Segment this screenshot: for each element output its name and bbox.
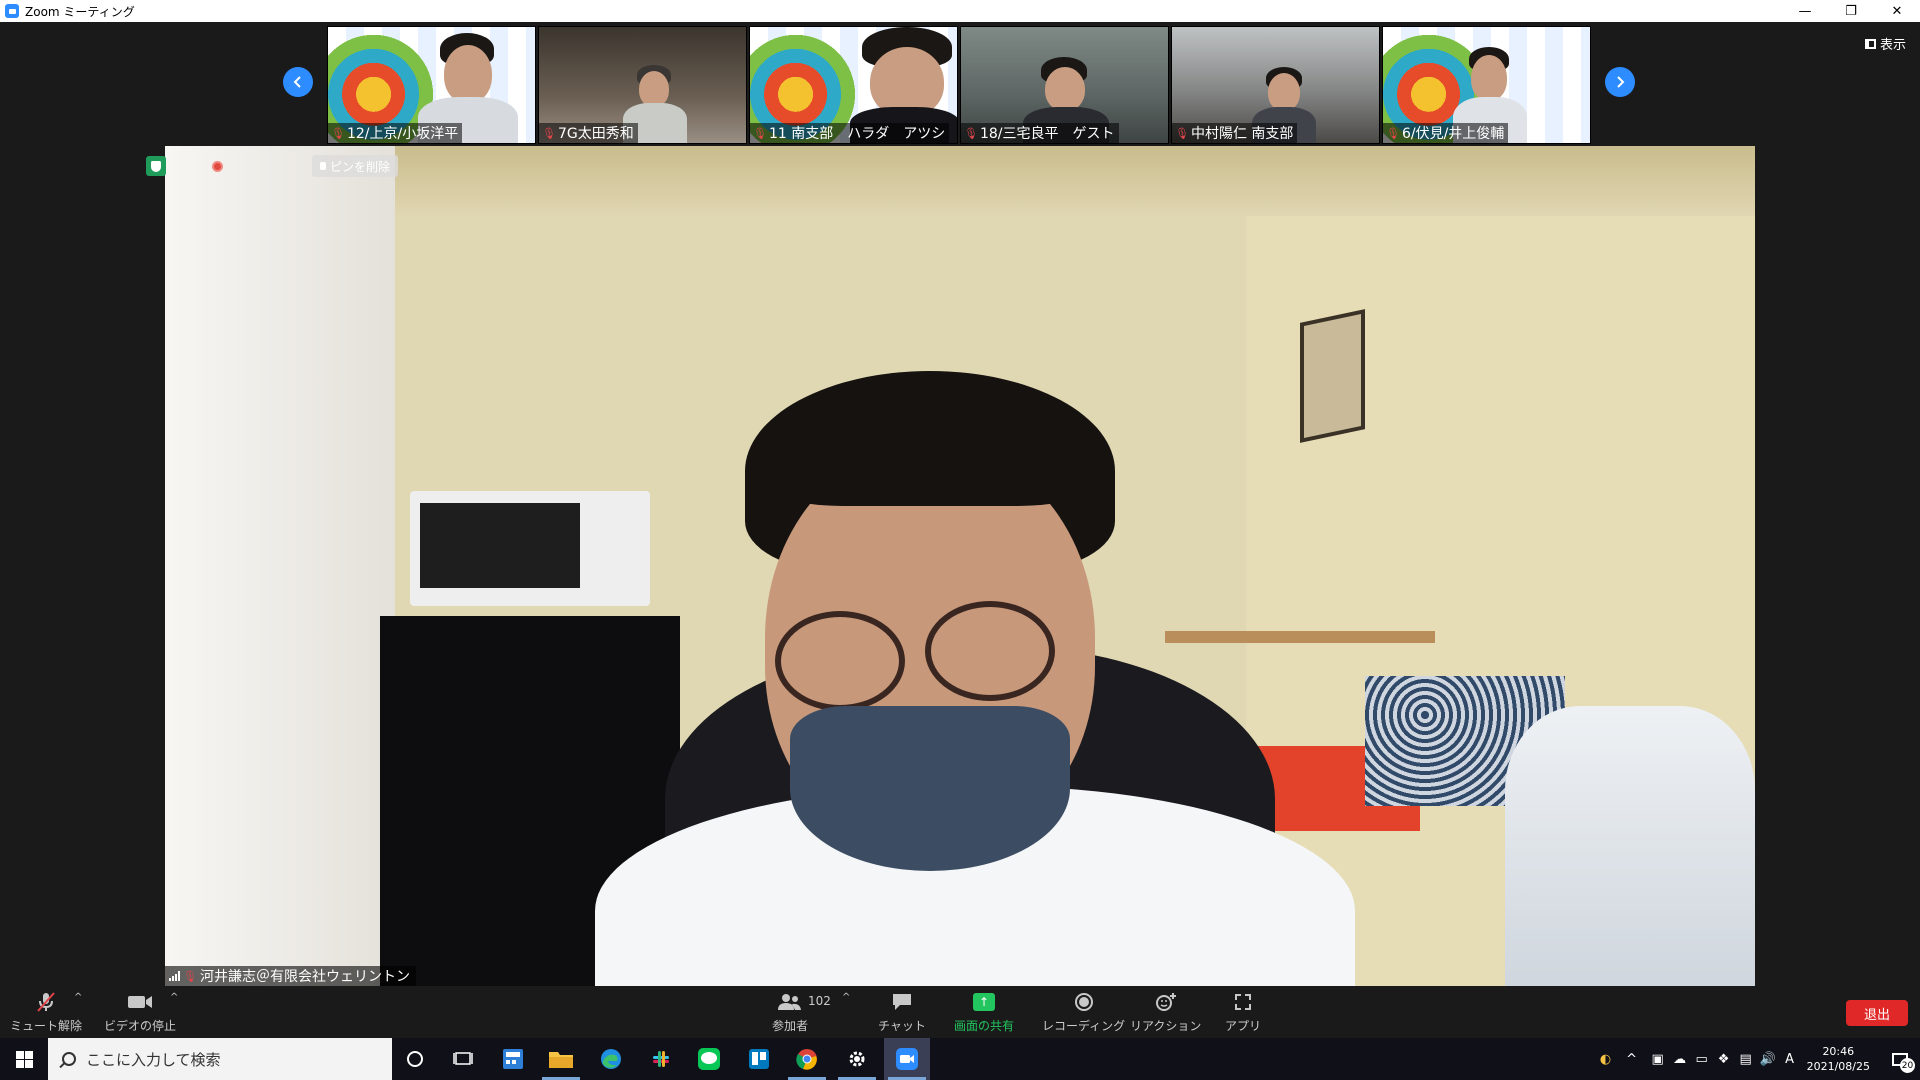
system-tray: ◐ ^ ▣ ☁ ▭ ❖ ▤ 🔊 A 20:46 2021/08/25 20 (1595, 1038, 1920, 1080)
record-icon (1074, 991, 1094, 1013)
video-camera-icon (127, 991, 153, 1013)
share-screen-icon: ↑ (973, 993, 995, 1011)
participant-name: 6/伏見/井上俊輔 (1401, 126, 1505, 142)
task-view-icon[interactable] (440, 1038, 486, 1080)
recording-indicator-icon (212, 161, 223, 172)
apps-icon (1233, 991, 1253, 1013)
chat-button[interactable]: チャット (878, 986, 926, 1038)
recording-button[interactable]: レコーディング (1042, 986, 1125, 1038)
participant-tile[interactable]: 🎙 6/伏見/井上俊輔 (1382, 26, 1591, 144)
view-button[interactable]: 表示 (1864, 34, 1906, 53)
participant-tile[interactable]: 🎙 18/三宅良平 ゲスト (960, 26, 1169, 144)
search-icon (62, 1052, 76, 1066)
chat-bubble-icon (891, 991, 913, 1013)
speaker-name: 河井謙志＠有限会社ウェリントン (199, 969, 410, 985)
active-speaker-label: 🎙 河井謙志＠有限会社ウェリントン (165, 966, 416, 986)
participant-name: 18/三宅良平 ゲスト (979, 126, 1115, 142)
taskbar-search[interactable]: ここに入力して検索 (48, 1038, 392, 1080)
signal-strength-icon (169, 971, 180, 981)
meeting-toolbar: ミュート解除 ^ ビデオの停止 ^ 参加者 102 ^ チャット ↑ 画面の共有… (0, 986, 1920, 1038)
window-title: Zoom ミーティング (25, 4, 135, 19)
chrome-browser-icon[interactable] (784, 1038, 830, 1080)
weather-moon-icon[interactable]: ◐ (1595, 1038, 1617, 1080)
start-button[interactable] (0, 1038, 48, 1080)
participants-options-caret[interactable]: ^ (842, 992, 850, 1003)
file-explorer-icon[interactable] (538, 1038, 584, 1080)
tray-display-icon[interactable]: ▭ (1691, 1038, 1713, 1080)
dropbox-icon[interactable]: ❖ (1713, 1038, 1735, 1080)
zoom-taskbar-icon[interactable] (884, 1038, 930, 1080)
participants-icon (777, 991, 803, 1013)
muted-mic-icon: 🎙 (753, 126, 767, 140)
participant-tile[interactable]: 🎙 7G太田秀和 (538, 26, 747, 144)
muted-mic-icon: 🎙 (1386, 126, 1400, 140)
clock[interactable]: 20:46 2021/08/25 (1807, 1044, 1870, 1074)
muted-mic-icon: 🎙 (183, 969, 197, 983)
participant-tile[interactable]: 🎙 12/上京/小坂洋平 (327, 26, 536, 144)
stop-video-button[interactable]: ビデオの停止 (104, 986, 176, 1038)
muted-microphone-icon (35, 991, 57, 1013)
next-page-button[interactable] (1605, 67, 1635, 97)
restore-button[interactable]: ❐ (1828, 0, 1874, 22)
volume-icon[interactable]: 🔊 (1757, 1038, 1779, 1080)
line-app-icon[interactable] (686, 1038, 732, 1080)
muted-mic-icon: 🎙 (1175, 126, 1189, 140)
smiley-plus-icon (1155, 991, 1177, 1013)
share-screen-button[interactable]: ↑ 画面の共有 (954, 986, 1014, 1038)
chevron-left-icon (293, 76, 301, 88)
gallery-strip: 🎙 12/上京/小坂洋平 🎙 7G太田秀和 🎙 11 南支部 ハラダ アツシ 🎙 18/… (0, 22, 1920, 145)
ime-mode-indicator[interactable]: A (1779, 1038, 1801, 1080)
participant-name: 11 南支部 ハラダ アツシ (768, 126, 946, 142)
slack-app-icon[interactable] (638, 1038, 684, 1080)
audio-options-caret[interactable]: ^ (74, 992, 82, 1003)
chevron-right-icon (1617, 76, 1625, 88)
view-layout-icon (1864, 38, 1876, 49)
muted-mic-icon: 🎙 (331, 126, 345, 140)
close-button[interactable]: ✕ (1874, 0, 1920, 22)
reactions-button[interactable]: リアクション (1130, 986, 1201, 1038)
security-shield-icon[interactable] (146, 156, 166, 176)
windows-logo-icon (15, 1050, 33, 1068)
tray-cloud-icon[interactable]: ☁ (1669, 1038, 1691, 1080)
participant-name: 中村陽仁 南支部 (1190, 126, 1294, 142)
participant-name: 12/上京/小坂洋平 (346, 126, 459, 142)
show-hidden-icons-caret[interactable]: ^ (1617, 1038, 1647, 1080)
windows-taskbar: ここに入力して検索 ◐ ^ ▣ ☁ ▭ ❖ ▤ 🔊 A 20:46 2021/0… (0, 1038, 1920, 1080)
unpin-video-button[interactable]: ピンを削除 (312, 155, 399, 177)
participant-tile[interactable]: 🎙 中村陽仁 南支部 (1171, 26, 1380, 144)
participants-button[interactable]: 参加者 (772, 986, 808, 1038)
main-video[interactable] (165, 146, 1755, 986)
minimize-button[interactable]: — (1782, 0, 1828, 22)
trello-app-icon[interactable] (736, 1038, 782, 1080)
pin-icon (320, 162, 326, 170)
apps-button[interactable]: アプリ (1225, 986, 1261, 1038)
title-bar: Zoom ミーティング — ❐ ✕ (0, 0, 1920, 22)
network-icon[interactable]: ▤ (1735, 1038, 1757, 1080)
participant-name: 7G太田秀和 (557, 126, 634, 142)
muted-mic-icon: 🎙 (964, 126, 978, 140)
previous-page-button[interactable] (283, 67, 313, 97)
unmute-button[interactable]: ミュート解除 (10, 986, 82, 1038)
participant-count: 102 (808, 994, 831, 1008)
video-options-caret[interactable]: ^ (170, 992, 178, 1003)
calculator-app-icon[interactable] (490, 1038, 536, 1080)
search-placeholder: ここに入力して検索 (86, 1050, 221, 1069)
settings-gear-icon[interactable] (834, 1038, 880, 1080)
muted-mic-icon: 🎙 (542, 126, 556, 140)
edge-browser-icon[interactable] (588, 1038, 634, 1080)
leave-meeting-button[interactable]: 退出 (1846, 1000, 1908, 1026)
notification-center-button[interactable]: 20 (1880, 1038, 1920, 1080)
notification-count-badge: 20 (1900, 1058, 1915, 1073)
zoom-app-icon (5, 4, 19, 18)
cortana-icon[interactable] (392, 1038, 438, 1080)
tray-app-icon[interactable]: ▣ (1647, 1038, 1669, 1080)
participant-tile[interactable]: 🎙 11 南支部 ハラダ アツシ (749, 26, 958, 144)
